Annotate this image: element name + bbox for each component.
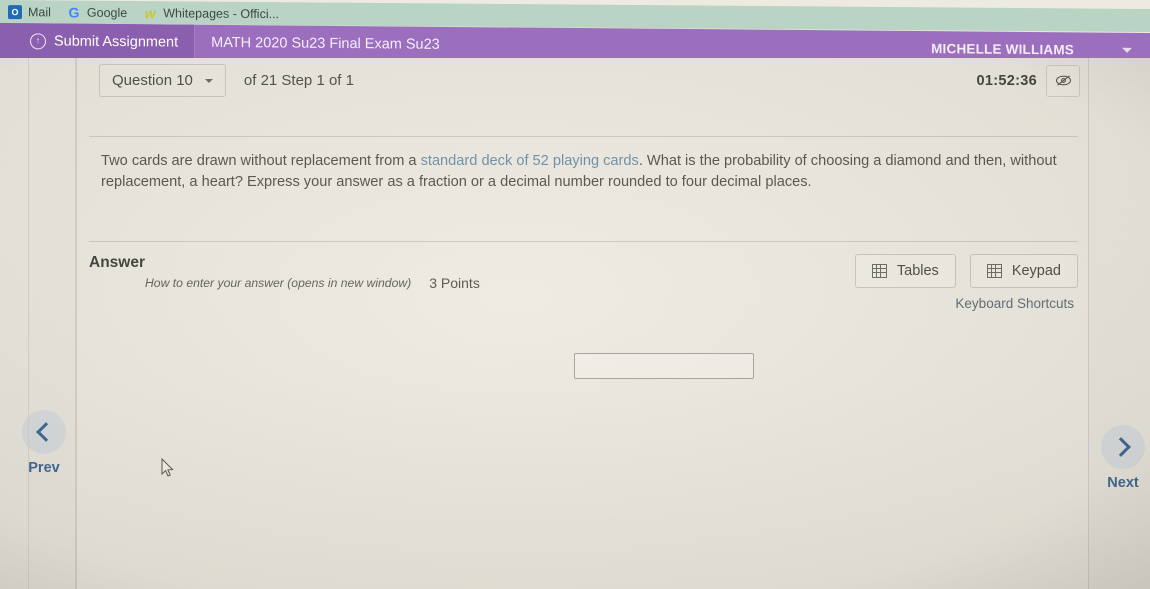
keypad-grid-icon bbox=[986, 264, 1002, 278]
eye-slash-icon bbox=[1055, 75, 1071, 86]
prev-label: Prev bbox=[28, 460, 60, 476]
chevron-right-icon bbox=[1111, 437, 1131, 457]
question-selector-label: Question 10 bbox=[112, 72, 193, 89]
bookmark-label: Whitepages - Offici... bbox=[163, 5, 280, 21]
answer-header-row: Answer How to enter your answer (opens i… bbox=[89, 254, 1078, 311]
caret-down-icon bbox=[1122, 47, 1132, 53]
next-label: Next bbox=[1107, 475, 1139, 491]
course-title: MATH 2020 Su23 Final Exam Su23 bbox=[195, 25, 456, 62]
caret-down-icon bbox=[204, 78, 213, 83]
course-title-text: MATH 2020 Su23 Final Exam Su23 bbox=[211, 34, 440, 53]
step-indicator: of 21 Step 1 of 1 bbox=[243, 72, 354, 89]
circle-up-arrow-icon: ↑ bbox=[30, 32, 46, 49]
whitepages-w-icon: w bbox=[144, 4, 156, 21]
google-g-icon: G bbox=[68, 4, 80, 21]
bookmark-label: Google bbox=[86, 5, 128, 20]
answer-input[interactable] bbox=[574, 353, 754, 379]
gutter-divider bbox=[28, 58, 29, 589]
question-text-block: Two cards are drawn without replacement … bbox=[89, 136, 1078, 242]
tool-buttons: Tables Keypad bbox=[854, 254, 1078, 288]
submit-assignment-label: Submit Assignment bbox=[54, 32, 179, 51]
keyboard-shortcuts-link[interactable]: Keyboard Shortcuts bbox=[955, 296, 1074, 311]
bookmark-mail[interactable]: O Mail bbox=[6, 4, 59, 20]
question-selector-dropdown[interactable]: Question 10 bbox=[99, 64, 226, 97]
user-name-label: MICHELLE WILLIAMS bbox=[931, 41, 1074, 58]
screen: O Mail G Google w Whitepages - Offici...… bbox=[0, 0, 1150, 589]
question-toolbar: Question 10 of 21 Step 1 of 1 01:52:36 bbox=[77, 58, 1088, 103]
bookmark-google[interactable]: G Google bbox=[65, 4, 135, 21]
keypad-button[interactable]: Keypad bbox=[969, 254, 1078, 288]
tables-button[interactable]: Tables bbox=[854, 254, 956, 288]
chevron-left-icon bbox=[36, 422, 56, 442]
deck-of-cards-link[interactable]: standard deck of 52 playing cards bbox=[421, 153, 639, 169]
question-panel: Question 10 of 21 Step 1 of 1 01:52:36 T… bbox=[76, 58, 1089, 589]
table-grid-icon bbox=[871, 264, 887, 278]
timer-area: 01:52:36 bbox=[976, 64, 1088, 97]
exam-timer: 01:52:36 bbox=[976, 72, 1037, 89]
bookmark-whitepages[interactable]: w Whitepages - Offici... bbox=[141, 5, 287, 22]
how-to-enter-answer-link[interactable]: How to enter your answer (opens in new w… bbox=[145, 276, 411, 290]
answer-label: Answer bbox=[89, 254, 145, 271]
next-circle bbox=[1101, 425, 1145, 469]
prev-circle bbox=[22, 410, 66, 454]
next-question-button[interactable]: Next bbox=[1091, 425, 1150, 491]
content-canvas: Question 10 of 21 Step 1 of 1 01:52:36 T… bbox=[0, 58, 1150, 589]
tables-label: Tables bbox=[896, 263, 939, 279]
prev-question-button[interactable]: Prev bbox=[12, 410, 76, 476]
bookmark-label: Mail bbox=[28, 4, 51, 19]
answer-tools: Tables Keypad Keyboard Shortcuts bbox=[854, 254, 1078, 311]
question-text-part-1: Two cards are drawn without replacement … bbox=[101, 153, 421, 169]
keypad-label: Keypad bbox=[1011, 263, 1061, 279]
submit-assignment-button[interactable]: ↑ Submit Assignment bbox=[0, 23, 196, 60]
outlook-mail-icon: O bbox=[8, 4, 22, 19]
question-text: Two cards are drawn without replacement … bbox=[101, 151, 1062, 192]
points-label: 3 Points bbox=[429, 274, 480, 291]
timer-visibility-toggle[interactable] bbox=[1046, 64, 1080, 97]
